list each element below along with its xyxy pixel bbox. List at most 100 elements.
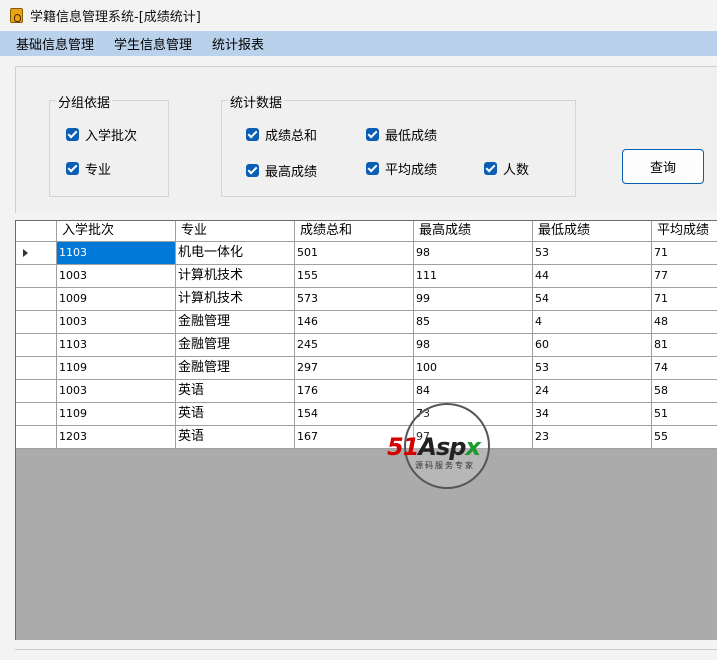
- table-cell[interactable]: 77: [652, 265, 717, 287]
- table-cell[interactable]: 计算机技术: [176, 265, 295, 287]
- table-cell[interactable]: 24: [533, 380, 652, 402]
- checkbox-enroll-batch[interactable]: 入学批次: [66, 125, 137, 144]
- table-row[interactable]: 1003 计算机技术 155 111 44 77: [16, 265, 717, 288]
- column-header[interactable]: 最高成绩: [414, 221, 533, 241]
- stats-box: 统计数据 成绩总和 最低成绩 最高成绩 平均成绩 人数: [221, 92, 576, 197]
- row-header[interactable]: [16, 426, 57, 448]
- table-cell[interactable]: 60: [533, 334, 652, 356]
- checkbox-checked-icon[interactable]: [484, 162, 497, 175]
- checkbox-checked-icon[interactable]: [66, 128, 79, 141]
- table-cell[interactable]: 85: [414, 311, 533, 333]
- table-cell[interactable]: 297: [295, 357, 414, 379]
- table-cell[interactable]: 74: [652, 357, 717, 379]
- table-row[interactable]: 1103 机电一体化 501 98 53 71: [16, 242, 717, 265]
- table-cell[interactable]: 53: [533, 242, 652, 264]
- row-header[interactable]: [16, 334, 57, 356]
- checkbox-checked-icon[interactable]: [66, 162, 79, 175]
- table-cell[interactable]: 71: [652, 242, 717, 264]
- checkbox-checked-icon[interactable]: [246, 164, 259, 177]
- column-header[interactable]: 平均成绩: [652, 221, 717, 241]
- table-cell[interactable]: 1109: [57, 357, 176, 379]
- table-cell[interactable]: 97: [414, 426, 533, 448]
- checkbox-avg-score[interactable]: 平均成绩: [366, 159, 437, 178]
- table-cell[interactable]: 573: [295, 288, 414, 310]
- table-cell[interactable]: 34: [533, 403, 652, 425]
- table-cell[interactable]: 84: [414, 380, 533, 402]
- table-cell[interactable]: 58: [652, 380, 717, 402]
- table-row[interactable]: 1003 金融管理 146 85 4 48: [16, 311, 717, 334]
- table-row[interactable]: 1109 金融管理 297 100 53 74: [16, 357, 717, 380]
- checkbox-max-score[interactable]: 最高成绩: [246, 161, 317, 180]
- table-cell[interactable]: 44: [533, 265, 652, 287]
- row-header[interactable]: [16, 357, 57, 379]
- table-cell[interactable]: 146: [295, 311, 414, 333]
- table-cell[interactable]: 4: [533, 311, 652, 333]
- table-cell[interactable]: 501: [295, 242, 414, 264]
- table-cell[interactable]: 98: [414, 242, 533, 264]
- table-cell[interactable]: 176: [295, 380, 414, 402]
- menu-basic-info[interactable]: 基础信息管理: [0, 34, 104, 53]
- table-cell[interactable]: 1003: [57, 380, 176, 402]
- table-cell[interactable]: 245: [295, 334, 414, 356]
- table-row[interactable]: 1109 英语 154 73 34 51: [16, 403, 717, 426]
- table-cell[interactable]: 154: [295, 403, 414, 425]
- stats-title: 统计数据: [228, 92, 285, 111]
- table-cell[interactable]: 1103: [57, 242, 176, 264]
- table-cell[interactable]: 1003: [57, 265, 176, 287]
- table-cell[interactable]: 155: [295, 265, 414, 287]
- table-cell[interactable]: 48: [652, 311, 717, 333]
- column-header[interactable]: 成绩总和: [295, 221, 414, 241]
- row-header[interactable]: [16, 311, 57, 333]
- table-cell[interactable]: 英语: [176, 426, 295, 448]
- table-cell[interactable]: 金融管理: [176, 334, 295, 356]
- checkbox-score-sum[interactable]: 成绩总和: [246, 125, 317, 144]
- column-header[interactable]: 专业: [176, 221, 295, 241]
- table-cell[interactable]: 53: [533, 357, 652, 379]
- table-row[interactable]: 1003 英语 176 84 24 58: [16, 380, 717, 403]
- table-row[interactable]: 1009 计算机技术 573 99 54 71: [16, 288, 717, 311]
- checkbox-checked-icon[interactable]: [366, 162, 379, 175]
- checkbox-checked-icon[interactable]: [366, 128, 379, 141]
- table-cell[interactable]: 71: [652, 288, 717, 310]
- table-cell[interactable]: 54: [533, 288, 652, 310]
- row-header[interactable]: [16, 380, 57, 402]
- table-cell[interactable]: 81: [652, 334, 717, 356]
- table-cell[interactable]: 99: [414, 288, 533, 310]
- row-header[interactable]: [16, 242, 57, 264]
- table-cell[interactable]: 1203: [57, 426, 176, 448]
- query-button[interactable]: 查询: [622, 149, 704, 184]
- table-cell[interactable]: 51: [652, 403, 717, 425]
- table-row[interactable]: 1203 英语 167 97 23 55: [16, 426, 717, 449]
- row-header[interactable]: [16, 403, 57, 425]
- table-cell[interactable]: 计算机技术: [176, 288, 295, 310]
- checkbox-count[interactable]: 人数: [484, 159, 529, 178]
- menu-reports[interactable]: 统计报表: [202, 34, 274, 53]
- table-cell[interactable]: 98: [414, 334, 533, 356]
- table-cell[interactable]: 机电一体化: [176, 242, 295, 264]
- table-row[interactable]: 1103 金融管理 245 98 60 81: [16, 334, 717, 357]
- row-header[interactable]: [16, 288, 57, 310]
- table-cell[interactable]: 金融管理: [176, 311, 295, 333]
- table-cell[interactable]: 23: [533, 426, 652, 448]
- table-cell[interactable]: 1009: [57, 288, 176, 310]
- table-cell[interactable]: 73: [414, 403, 533, 425]
- table-cell[interactable]: 1103: [57, 334, 176, 356]
- column-header[interactable]: 入学批次: [57, 221, 176, 241]
- checkbox-min-score[interactable]: 最低成绩: [366, 125, 437, 144]
- table-cell[interactable]: 167: [295, 426, 414, 448]
- table-cell[interactable]: 111: [414, 265, 533, 287]
- group-by-title: 分组依据: [56, 92, 113, 111]
- checkbox-major[interactable]: 专业: [66, 159, 111, 178]
- table-cell[interactable]: 100: [414, 357, 533, 379]
- table-cell[interactable]: 1003: [57, 311, 176, 333]
- table-cell[interactable]: 55: [652, 426, 717, 448]
- column-header[interactable]: 最低成绩: [533, 221, 652, 241]
- table-cell[interactable]: 英语: [176, 380, 295, 402]
- table-cell[interactable]: 英语: [176, 403, 295, 425]
- row-header[interactable]: [16, 265, 57, 287]
- row-header-corner[interactable]: [16, 221, 57, 241]
- table-cell[interactable]: 金融管理: [176, 357, 295, 379]
- checkbox-checked-icon[interactable]: [246, 128, 259, 141]
- menu-student-info[interactable]: 学生信息管理: [104, 34, 202, 53]
- table-cell[interactable]: 1109: [57, 403, 176, 425]
